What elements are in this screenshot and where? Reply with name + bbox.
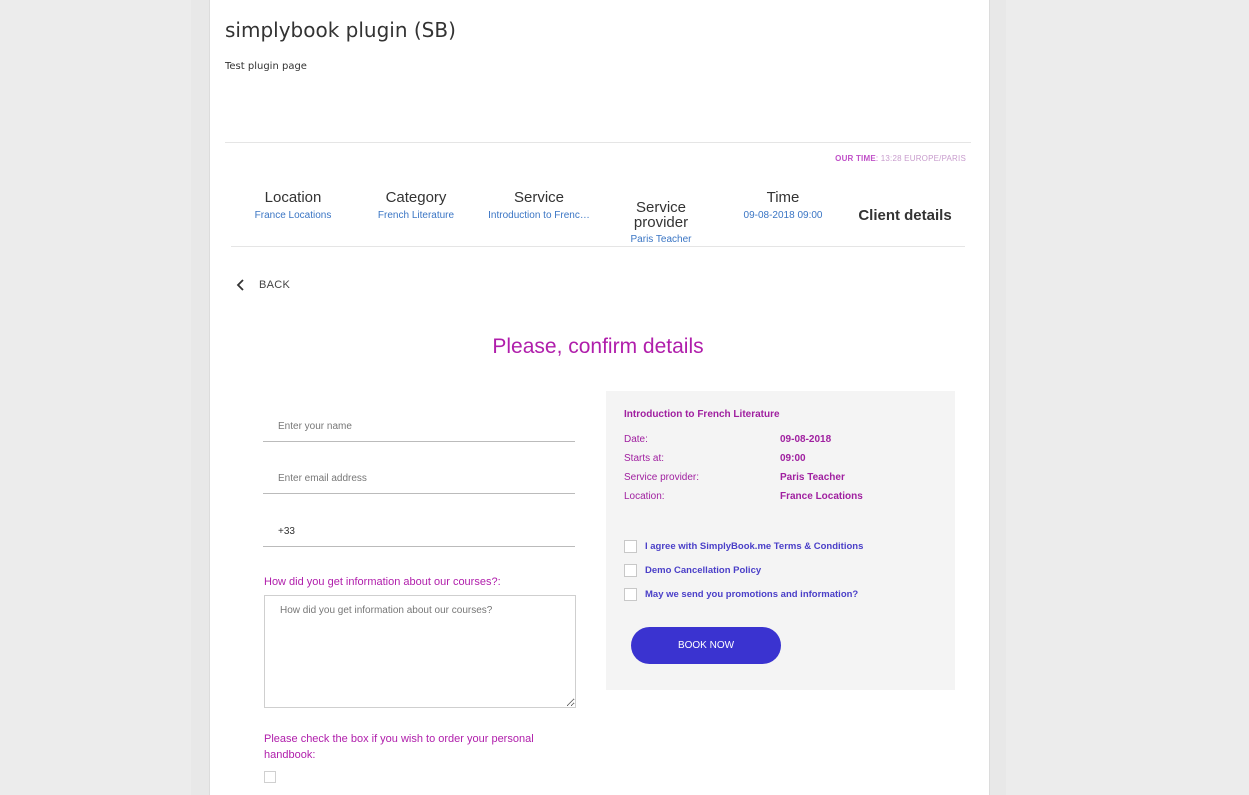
confirm-title: Please, confirm details	[492, 335, 704, 358]
summary-row-provider: Service provider: Paris Teacher	[624, 472, 944, 486]
step-title: Service	[513, 189, 565, 206]
step-client-details[interactable]: Client details	[843, 208, 967, 224]
summary-key: Service provider:	[624, 472, 700, 483]
book-now-button[interactable]: BOOK NOW	[631, 627, 781, 664]
step-value: Paris Teacher	[630, 234, 692, 245]
step-value: 09-08-2018 09:00	[743, 210, 823, 221]
booking-steps: Location France Locations Category Frenc…	[231, 190, 965, 247]
summary-service: Introduction to French Literature	[624, 409, 780, 420]
summary-value: 09-08-2018	[780, 434, 832, 445]
terms-label: I agree with SimplyBook.me Terms & Condi…	[645, 540, 864, 552]
step-service[interactable]: Service Introduction to Frenc…	[477, 189, 601, 222]
email-input[interactable]	[263, 464, 575, 494]
back-button[interactable]: BACK	[234, 276, 290, 294]
checkbox-box[interactable]	[624, 587, 637, 601]
back-label: BACK	[259, 279, 291, 291]
summary-row-start: Starts at: 09:00	[624, 453, 944, 467]
divider	[225, 142, 971, 143]
step-value: Introduction to Frenc…	[488, 210, 590, 221]
summary-row-date: Date: 09-08-2018	[624, 434, 944, 448]
checkbox-box[interactable]	[624, 539, 637, 553]
summary-key: Starts at:	[624, 453, 665, 464]
our-time-label: OUR TIME	[835, 154, 876, 163]
summary-key: Location:	[624, 491, 665, 502]
step-value: France Locations	[254, 210, 332, 221]
name-input[interactable]	[263, 412, 575, 442]
terms-checkbox[interactable]: I agree with SimplyBook.me Terms & Condi…	[624, 539, 863, 553]
cancellation-label: Demo Cancellation Policy	[645, 564, 762, 576]
phone-input[interactable]	[263, 517, 575, 547]
step-title: Location	[264, 189, 322, 206]
promotions-checkbox[interactable]: May we send you promotions and informati…	[624, 587, 858, 601]
step-title: Category	[385, 189, 447, 206]
step-time[interactable]: Time 09-08-2018 09:00	[721, 189, 845, 222]
summary-value: France Locations	[780, 491, 863, 502]
summary-row-location: Location: France Locations	[624, 491, 944, 505]
page-title: simplybook plugin (SB)	[225, 18, 456, 42]
summary-value: Paris Teacher	[780, 472, 845, 483]
summary-key: Date:	[624, 434, 648, 445]
checkbox-box[interactable]	[624, 563, 637, 577]
step-title: Time	[766, 189, 800, 206]
step-title: Service provider	[633, 199, 689, 231]
step-value: French Literature	[377, 210, 455, 221]
our-time-value: 13:28 EUROPE/PARIS	[880, 154, 966, 163]
our-time: OUR TIME: 13:28 EUROPE/PARIS	[835, 154, 966, 163]
question-textarea[interactable]	[264, 595, 576, 708]
page-subtitle: Test plugin page	[225, 61, 307, 72]
summary-value: 09:00	[780, 453, 806, 464]
cancellation-checkbox[interactable]: Demo Cancellation Policy	[624, 563, 761, 577]
step-location[interactable]: Location France Locations	[231, 189, 355, 222]
step-title: Client details	[858, 207, 952, 224]
booking-summary: Introduction to French Literature Date: …	[606, 391, 955, 690]
handbook-checkbox[interactable]	[264, 771, 276, 783]
question-label: How did you get information about our co…	[264, 576, 501, 588]
promotions-label: May we send you promotions and informati…	[645, 588, 859, 600]
step-service-provider[interactable]: Service provider Paris Teacher	[599, 200, 723, 245]
handbook-label: Please check the box if you wish to orde…	[264, 733, 534, 761]
step-category[interactable]: Category French Literature	[354, 189, 478, 222]
chevron-left-icon	[236, 279, 244, 291]
